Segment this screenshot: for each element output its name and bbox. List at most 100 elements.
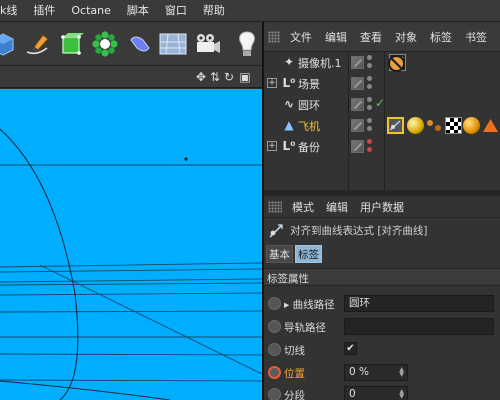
property-label: ▸ 曲线路径 (284, 299, 335, 311)
animation-key-toggle[interactable] (268, 366, 281, 379)
tab-basic[interactable]: 基本 (266, 245, 293, 263)
cube-generator-icon (61, 33, 84, 55)
segment-value: 0 (349, 388, 356, 400)
cube-tool-button[interactable] (0, 26, 20, 62)
spline-path-field[interactable]: 圆环 (344, 295, 494, 312)
layer-toggle[interactable] (351, 98, 364, 111)
layer-toggle[interactable] (351, 119, 364, 132)
move-view-icon[interactable]: ✥ (194, 69, 208, 85)
null-icon: L⁰ (282, 76, 296, 90)
menu-bar: k线 插件 Octane 脚本 窗口 帮助 (0, 0, 500, 22)
animation-key-toggle[interactable] (268, 343, 281, 356)
menu-spline-partial[interactable]: k线 (0, 0, 25, 22)
object-row-scene[interactable]: + L⁰ 场景 (264, 73, 500, 94)
object-row-torus[interactable]: ∿ 圆环 ✓ (264, 94, 500, 115)
visibility-dots[interactable] (367, 76, 373, 91)
tangential-checkbox[interactable]: ✔ (344, 342, 357, 355)
maximize-view-icon[interactable]: ▣ (238, 69, 252, 85)
viewport-canvas[interactable] (0, 89, 262, 400)
plane-null-icon: ▲ (284, 118, 294, 132)
spinner-arrows-icon[interactable]: ▲ ▼ (399, 389, 404, 400)
menu-help[interactable]: 帮助 (195, 0, 233, 22)
light-button[interactable] (230, 26, 264, 62)
viewport-header: ✥ ⇅ ↻ ▣ (0, 66, 262, 88)
segment-field[interactable]: 0 ▲ ▼ (344, 386, 408, 400)
visibility-dots[interactable] (367, 139, 373, 154)
om-menu-object[interactable]: 对象 (395, 29, 417, 45)
property-position: 位置 0 % ▲ ▼ (264, 362, 500, 384)
pen-tool-button[interactable] (20, 26, 54, 62)
menu-script[interactable]: 脚本 (119, 0, 157, 22)
object-name[interactable]: 飞机 (298, 118, 320, 134)
no-render-tag-icon[interactable] (388, 55, 405, 72)
panel-grip-icon[interactable] (268, 30, 280, 43)
camera-button[interactable] (190, 26, 224, 62)
material-tag-icon[interactable] (463, 117, 480, 134)
object-name[interactable]: 场景 (298, 76, 320, 92)
om-menu-view[interactable]: 查看 (360, 29, 382, 45)
checker-tag-icon[interactable] (445, 117, 462, 134)
rail-path-field[interactable] (344, 318, 494, 335)
check-icon[interactable]: ✓ (375, 96, 385, 110)
property-label: 切线 (284, 345, 305, 357)
layer-toggle[interactable] (351, 77, 364, 90)
layer-toggle[interactable] (351, 56, 364, 69)
layer-toggle[interactable] (351, 140, 364, 153)
spinner-arrows-icon[interactable]: ▲ ▼ (399, 367, 404, 378)
am-menu-edit[interactable]: 编辑 (326, 199, 348, 215)
menu-plugins[interactable]: 插件 (25, 0, 63, 22)
om-menu-edit[interactable]: 编辑 (325, 29, 347, 45)
visibility-dots[interactable] (367, 97, 373, 112)
light-icon (239, 31, 255, 56)
material-tag-icon[interactable] (407, 117, 424, 134)
animation-key-toggle[interactable] (268, 388, 281, 400)
floor-button[interactable] (156, 26, 190, 62)
animation-key-toggle[interactable] (268, 320, 281, 333)
object-name[interactable]: 圆环 (298, 97, 320, 113)
camera-icon: ✦ (283, 55, 295, 69)
pan-view-icon[interactable]: ⇅ (208, 69, 222, 85)
om-menu-file[interactable]: 文件 (290, 29, 312, 45)
vibrate-tag-icon[interactable] (426, 117, 443, 134)
object-row-airplane[interactable]: ▲ 飞机 (264, 115, 500, 136)
property-rail-path: 导轨路径 (264, 316, 500, 338)
rotate-view-icon[interactable]: ↻ (222, 69, 236, 85)
attribute-title: 对齐到曲线表达式 [对齐曲线] (290, 225, 428, 237)
om-menu-tags[interactable]: 标签 (430, 29, 452, 45)
animation-key-toggle[interactable] (268, 297, 281, 310)
property-segment: 分段 0 ▲ ▼ (264, 384, 500, 400)
property-label: 分段 (284, 390, 305, 400)
deformer-button[interactable] (122, 26, 156, 62)
menu-octane[interactable]: Octane (63, 0, 119, 22)
floor-icon (159, 33, 187, 55)
position-value: 0 % (349, 366, 369, 378)
tag-properties-group[interactable]: 标签属性 (264, 268, 500, 286)
visibility-dots[interactable] (367, 55, 373, 70)
expand-toggle[interactable]: + (267, 78, 277, 88)
tab-tag[interactable]: 标签 (295, 245, 322, 263)
panel-grip-icon[interactable] (268, 200, 282, 213)
visibility-dots[interactable] (367, 118, 373, 133)
position-field[interactable]: 0 % ▲ ▼ (344, 364, 408, 381)
expand-toggle[interactable]: + (267, 141, 277, 151)
menu-window[interactable]: 窗口 (157, 0, 195, 22)
object-name[interactable]: 备份 (298, 139, 320, 155)
mograph-cloner-button[interactable] (88, 26, 122, 62)
object-name[interactable]: 摄像机.1 (298, 55, 342, 71)
spline-path-curve-lower (0, 380, 171, 400)
object-row-camera[interactable]: ✦ 摄像机.1 (264, 52, 500, 73)
camera-icon (197, 34, 220, 53)
main-toolbar (0, 22, 262, 66)
spline-path-curve (0, 128, 79, 400)
am-menu-mode[interactable]: 模式 (292, 199, 314, 215)
cube-generator-button[interactable] (54, 26, 88, 62)
object-row-backup[interactable]: + L⁰ 备份 (264, 136, 500, 157)
warning-tag-icon[interactable] (482, 117, 499, 134)
pen-tool-icon (26, 34, 49, 55)
am-menu-user-data[interactable]: 用户数据 (360, 199, 404, 215)
group-title: 标签属性 (267, 273, 309, 285)
attribute-tabs: 基本 标签 (266, 245, 324, 265)
object-manager: 文件 编辑 查看 对象 标签 书签 ✦ 摄像机.1 + L⁰ 场景 ∿ 圆环 ✓… (264, 22, 500, 190)
align-to-spline-tag-icon[interactable] (387, 117, 404, 134)
om-menu-bookmarks[interactable]: 书签 (465, 29, 487, 45)
